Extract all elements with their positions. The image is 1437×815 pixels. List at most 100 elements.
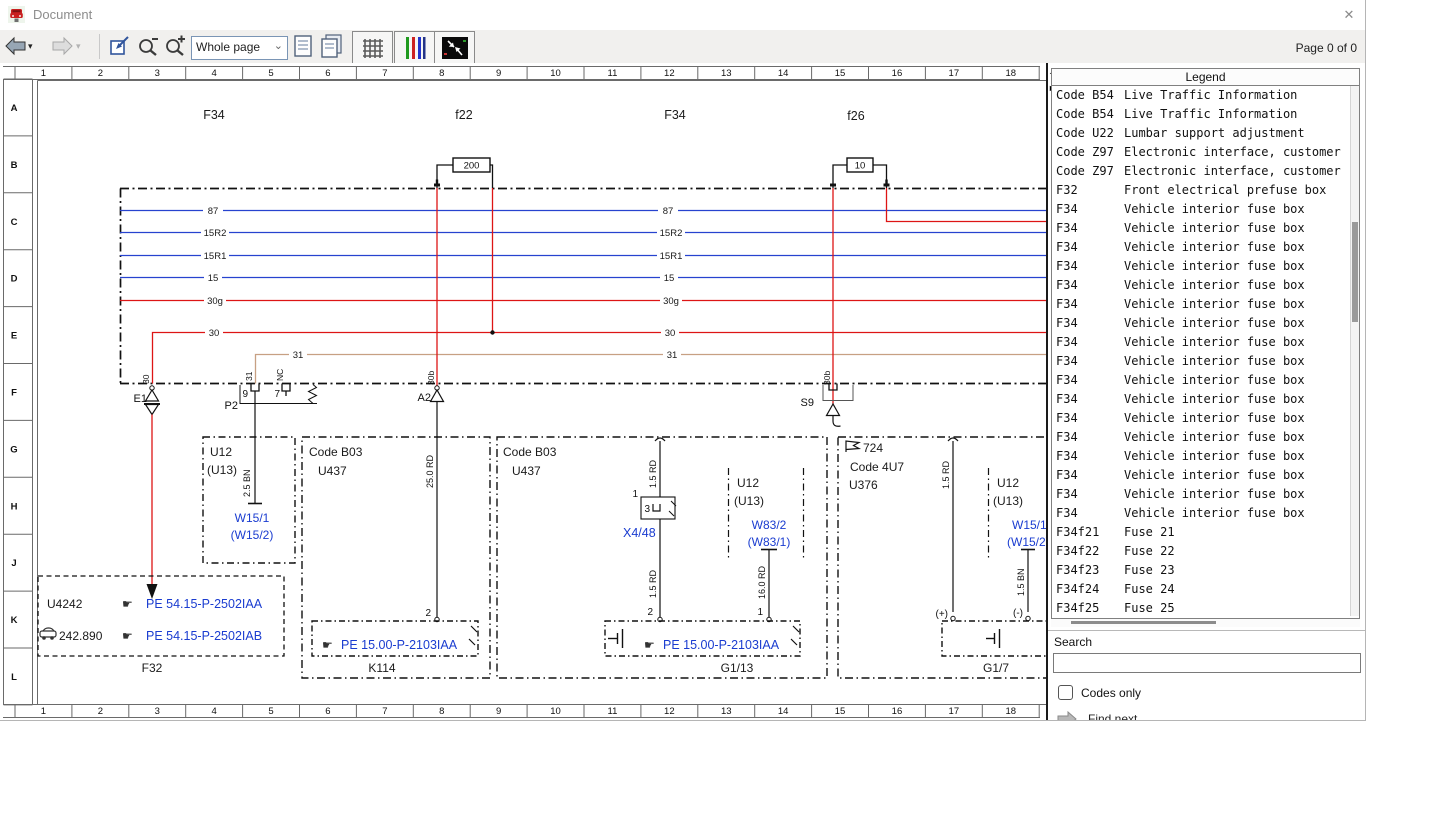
legend-row[interactable]: F34f25Fuse 25 [1052, 599, 1359, 618]
find-next-button[interactable]: Find next [1056, 711, 1137, 720]
legend-row[interactable]: F34Vehicle interior fuse box [1052, 219, 1359, 238]
wire-label-1-5-rd-bottom: 1.5 RD [648, 569, 658, 598]
legend-row[interactable]: F34f22Fuse 22 [1052, 542, 1359, 561]
legend-row-code: F34 [1056, 371, 1124, 390]
panel-divider [1048, 630, 1366, 631]
zoom-out-icon[interactable] [135, 30, 161, 63]
legend-row-description: Vehicle interior fuse box [1124, 240, 1305, 254]
legend-row[interactable]: F34f23Fuse 23 [1052, 561, 1359, 580]
car-icon [40, 628, 56, 640]
ruler-label: 15 [835, 706, 846, 717]
multi-page-icon[interactable] [319, 30, 345, 63]
legend-row-code: F34 [1056, 295, 1124, 314]
svg-text:15R2: 15R2 [660, 228, 683, 239]
legend-row[interactable]: F34Vehicle interior fuse box [1052, 238, 1359, 257]
legend-row[interactable]: F34Vehicle interior fuse box [1052, 200, 1359, 219]
legend-row-code: Code Z97 [1056, 162, 1124, 181]
ruler-label: 16 [892, 706, 903, 717]
legend-row-description: Vehicle interior fuse box [1124, 202, 1305, 216]
search-input[interactable] [1053, 653, 1361, 673]
connector-w15-2-right: (W15/2) [1007, 535, 1046, 549]
legend-row[interactable]: F34Vehicle interior fuse box [1052, 447, 1359, 466]
legend-row[interactable]: F34Vehicle interior fuse box [1052, 466, 1359, 485]
ruler-label: 12 [664, 706, 675, 717]
codes-only-option[interactable]: Codes only [1058, 685, 1141, 700]
legend-horizontal-scrollbar[interactable] [1051, 619, 1360, 627]
flag-icon [846, 441, 859, 452]
diagram-canvas[interactable]: 1234567891011121314151617181234567891011… [0, 63, 1046, 720]
legend-row-description: Vehicle interior fuse box [1124, 506, 1305, 520]
connector-w83-2: W83/2 [752, 518, 787, 532]
forward-dropdown-icon[interactable]: ▾ [76, 30, 81, 63]
legend-row[interactable]: F34Vehicle interior fuse box [1052, 257, 1359, 276]
svg-text:30: 30 [665, 328, 676, 339]
f32-link-2[interactable]: PE 54.15-P-2502IAB [146, 629, 262, 643]
legend-row[interactable]: F34Vehicle interior fuse box [1052, 352, 1359, 371]
ruler-label: G [10, 444, 17, 455]
legend-row-description: Vehicle interior fuse box [1124, 487, 1305, 501]
legend-row[interactable]: F34Vehicle interior fuse box [1052, 409, 1359, 428]
legend-row-code: F34f23 [1056, 561, 1124, 580]
bus-wires [120, 211, 1046, 384]
invert-view-toggle-button[interactable] [434, 31, 475, 64]
legend-row[interactable]: Code B54Live Traffic Information [1052, 86, 1359, 105]
p2-label: P2 [225, 400, 238, 412]
back-button-icon[interactable] [4, 30, 28, 63]
legend-row[interactable]: F34Vehicle interior fuse box [1052, 485, 1359, 504]
legend-row[interactable]: F34Vehicle interior fuse box [1052, 390, 1359, 409]
colored-lines-icon [403, 36, 427, 60]
zoom-level-select[interactable]: Whole page ⌄ [191, 36, 288, 60]
label-f34-left: F34 [203, 108, 225, 122]
legend-row[interactable]: Code Z97Electronic interface, customer r… [1052, 162, 1359, 181]
ruler-label: 10 [550, 706, 561, 717]
wire-colors-toggle-button[interactable] [394, 31, 435, 64]
zoom-in-icon[interactable] [162, 30, 188, 63]
scrollbar-thumb[interactable] [1071, 621, 1216, 624]
scrollbar-thumb[interactable] [1352, 222, 1358, 322]
legend-row-code: Code B54 [1056, 105, 1124, 124]
ruler-label: 11 [608, 706, 618, 717]
legend-row[interactable]: F32Front electrical prefuse box [1052, 181, 1359, 200]
ruler-label: 7 [382, 68, 387, 79]
legend-row[interactable]: Code Z97Electronic interface, customer r… [1052, 143, 1359, 162]
legend-row-code: F34 [1056, 352, 1124, 371]
legend-row[interactable]: F34Vehicle interior fuse box [1052, 314, 1359, 333]
legend-row[interactable]: F34Vehicle interior fuse box [1052, 333, 1359, 352]
ruler-label: 15 [835, 68, 846, 79]
legend-row[interactable]: F34f24Fuse 24 [1052, 580, 1359, 599]
zoom-region-icon[interactable] [107, 30, 133, 63]
forward-button-icon[interactable] [50, 30, 74, 63]
legend-row[interactable]: Code B54Live Traffic Information [1052, 105, 1359, 124]
component-header-labels: F34 f22 F34 f26 [203, 108, 865, 123]
svg-text:15R1: 15R1 [204, 251, 227, 262]
single-page-icon[interactable] [292, 30, 316, 63]
legend-row-code: F34 [1056, 409, 1124, 428]
ruler-label: 6 [325, 68, 330, 79]
codes-only-checkbox[interactable] [1058, 685, 1073, 700]
x448-label[interactable]: X4/48 [623, 526, 656, 540]
back-dropdown-icon[interactable]: ▾ [28, 30, 33, 63]
codes-only-label: Codes only [1081, 686, 1141, 700]
g113-label: G1/13 [721, 661, 754, 675]
wire-label-16-0-rd: 16.0 RD [757, 565, 767, 599]
svg-text:87: 87 [663, 206, 674, 217]
k114-link[interactable]: PE 15.00-P-2103IAA [341, 638, 458, 652]
legend-row[interactable]: F34Vehicle interior fuse box [1052, 504, 1359, 523]
legend-row[interactable]: Code U22Lumbar support adjustment [1052, 124, 1359, 143]
legend-row[interactable]: F34Vehicle interior fuse box [1052, 276, 1359, 295]
legend-list[interactable]: Code B54Live Traffic InformationCode B54… [1051, 85, 1360, 619]
ruler-label: 9 [496, 706, 501, 717]
f32-link-1[interactable]: PE 54.15-P-2502IAA [146, 597, 263, 611]
wire-label-2-5-bn: 2.5 BN [242, 469, 252, 497]
legend-row-description: Vehicle interior fuse box [1124, 392, 1305, 406]
legend-row[interactable]: F34Vehicle interior fuse box [1052, 295, 1359, 314]
grid-toggle-button[interactable] [352, 31, 393, 64]
legend-vertical-scrollbar[interactable] [1350, 86, 1359, 616]
inverted-diagram-icon [442, 37, 468, 59]
zoom-level-value: Whole page [196, 40, 260, 54]
legend-row[interactable]: F34Vehicle interior fuse box [1052, 428, 1359, 447]
g113-link[interactable]: PE 15.00-P-2103IAA [663, 638, 780, 652]
close-icon[interactable]: ✕ [1339, 5, 1359, 25]
legend-row[interactable]: F34Vehicle interior fuse box [1052, 371, 1359, 390]
legend-row[interactable]: F34f21Fuse 21 [1052, 523, 1359, 542]
